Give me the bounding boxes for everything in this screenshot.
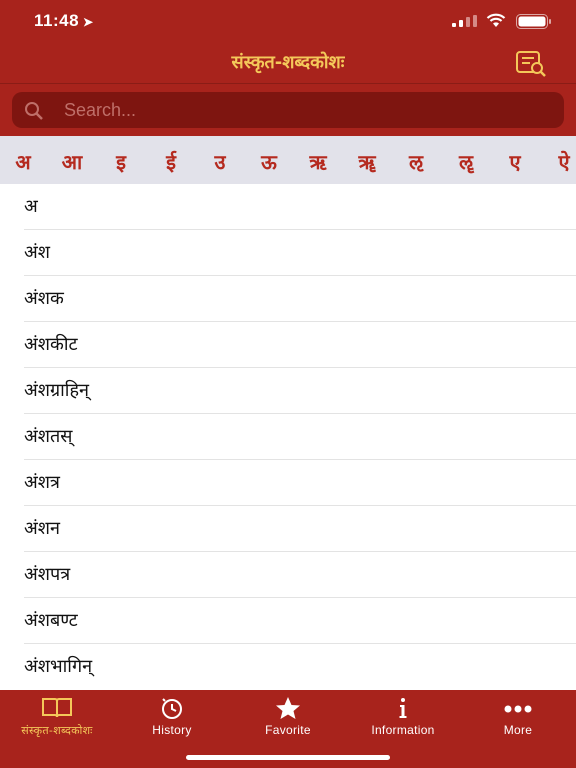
tab-label: Information: [371, 723, 435, 737]
book-icon: [42, 698, 72, 718]
status-bar: 11:48 ➤: [0, 0, 576, 44]
letter-li[interactable]: ऌ: [396, 148, 436, 175]
letter-ai[interactable]: ऐ: [544, 148, 576, 175]
time-text: 11:48: [34, 11, 80, 30]
letter-aa[interactable]: आ: [52, 148, 92, 175]
word-text: अंशन: [24, 518, 60, 539]
word-text: अंशक: [24, 288, 64, 309]
tab-history[interactable]: History: [117, 696, 227, 746]
tab-bar: संस्कृत-शब्दकोशः History Favorite Inform…: [0, 690, 576, 768]
list-item[interactable]: अंशबण्ट: [24, 598, 576, 644]
word-list: अ अंश अंशक अंशकीट अंशग्राहिन् अंशतस् अंश…: [0, 184, 576, 690]
letter-lii[interactable]: ॡ: [446, 148, 486, 175]
search-box[interactable]: [12, 92, 564, 128]
word-text: अंशबण्ट: [24, 610, 78, 631]
tab-information[interactable]: Information: [348, 696, 458, 746]
list-item[interactable]: अंशभागिन्: [24, 644, 576, 690]
battery-icon: [516, 14, 551, 29]
word-text: अंशभागिन्: [24, 656, 93, 677]
status-time: 11:48 ➤: [34, 11, 94, 31]
tab-label: More: [503, 723, 533, 737]
list-item[interactable]: अंशकीट: [24, 322, 576, 368]
word-text: अंशग्राहिन्: [24, 380, 90, 401]
app-title: संस्कृत-शब्दकोशः: [231, 52, 345, 73]
tab-label: Favorite: [265, 723, 311, 737]
wifi-icon: [486, 13, 506, 27]
cellular-signal-icon: [452, 15, 477, 27]
list-item[interactable]: अंश: [24, 230, 576, 276]
tab-more[interactable]: More: [463, 696, 573, 746]
word-text: अ: [24, 196, 38, 217]
list-item[interactable]: अंशपत्र: [24, 552, 576, 598]
letter-ii[interactable]: ई: [151, 148, 191, 175]
letter-u[interactable]: उ: [200, 148, 240, 175]
info-icon: [399, 698, 407, 718]
home-indicator[interactable]: [186, 755, 390, 760]
navigation-bar: संस्कृत-शब्दकोशः: [0, 44, 576, 84]
tab-label: History: [152, 723, 192, 737]
history-icon: [162, 698, 182, 719]
list-item[interactable]: अंशग्राहिन्: [24, 368, 576, 414]
list-item[interactable]: अंशक: [24, 276, 576, 322]
list-item[interactable]: अंशतस्: [24, 414, 576, 460]
letter-rii[interactable]: ॠ: [347, 148, 387, 175]
star-icon: [276, 697, 300, 719]
search-input[interactable]: [64, 92, 544, 128]
word-text: अंशपत्र: [24, 564, 71, 585]
letter-i[interactable]: इ: [101, 148, 141, 175]
more-icon: [504, 705, 532, 713]
list-item[interactable]: अंशन: [24, 506, 576, 552]
search-bar: [0, 84, 576, 136]
letter-uu[interactable]: ऊ: [249, 148, 289, 175]
tab-favorite[interactable]: Favorite: [233, 696, 343, 746]
tab-label: संस्कृत-शब्दकोशः: [21, 724, 93, 737]
search-icon: [25, 102, 43, 120]
letter-ri[interactable]: ऋ: [298, 148, 338, 175]
tab-dictionary[interactable]: संस्कृत-शब्दकोशः: [2, 696, 112, 746]
letter-a[interactable]: अ: [3, 148, 43, 175]
letter-e[interactable]: ए: [495, 148, 535, 175]
word-text: अंशकीट: [24, 334, 78, 355]
dictionary-search-icon[interactable]: [514, 48, 548, 78]
list-item[interactable]: अ: [24, 184, 576, 230]
word-text: अंशत्र: [24, 472, 60, 493]
word-text: अंश: [24, 242, 50, 263]
word-text: अंशतस्: [24, 426, 73, 447]
list-item[interactable]: अंशत्र: [24, 460, 576, 506]
alphabet-index-strip: अ आ इ ई उ ऊ ऋ ॠ ऌ ॡ ए ऐ: [0, 136, 576, 184]
location-arrow-icon: ➤: [83, 15, 94, 29]
